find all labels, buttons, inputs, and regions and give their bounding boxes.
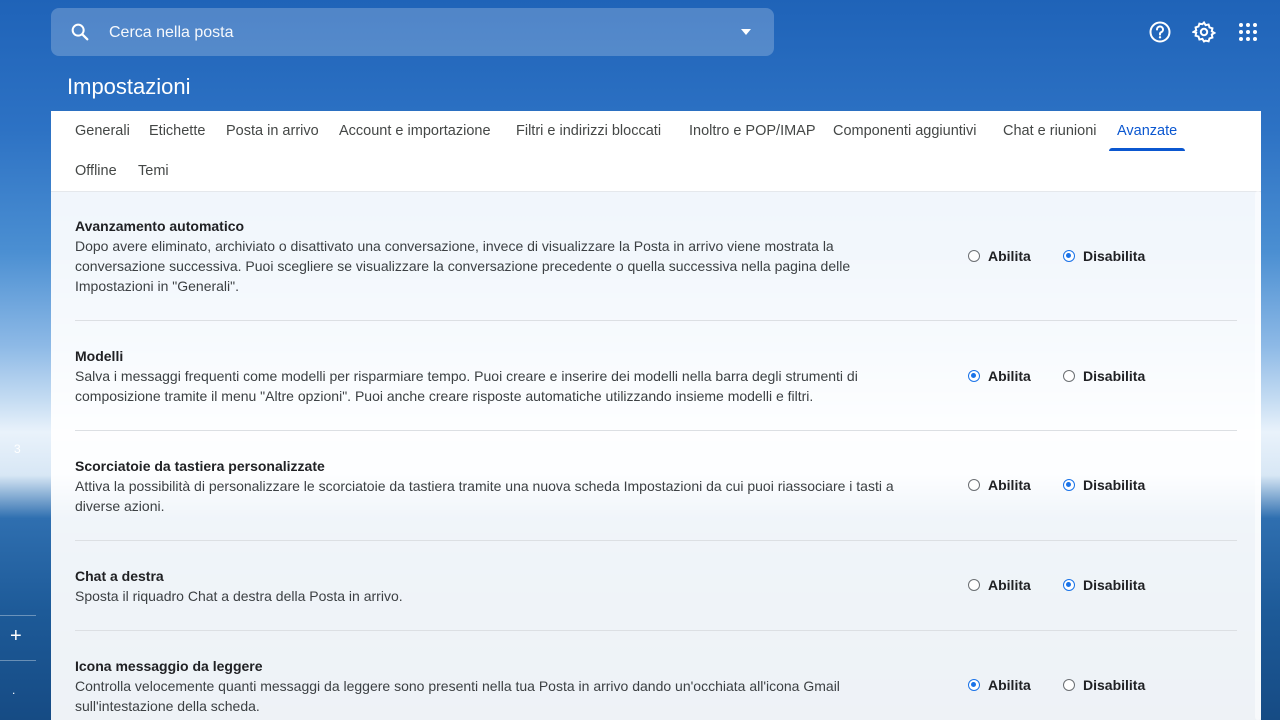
radio-disable[interactable]: Disabilita: [1063, 248, 1145, 264]
setting-title: Avanzamento automatico: [75, 218, 245, 234]
tab-generali[interactable]: Generali: [67, 111, 138, 151]
help-button[interactable]: [1146, 18, 1174, 46]
apps-grid-icon: [1239, 23, 1257, 41]
radio-button[interactable]: [968, 479, 980, 491]
radio-enable[interactable]: Abilita: [968, 577, 1031, 593]
setting-text: Icona messaggio da leggere Controlla vel…: [75, 656, 895, 716]
radio-button-selected[interactable]: [1063, 250, 1075, 262]
rail-divider: [0, 615, 36, 616]
setting-title: Scorciatoie da tastiera personalizzate: [75, 458, 325, 474]
apps-button[interactable]: [1234, 18, 1262, 46]
setting-text: Scorciatoie da tastiera personalizzate A…: [75, 456, 895, 516]
tab-temi[interactable]: Temi: [130, 151, 177, 191]
radio-disable[interactable]: Disabilita: [1063, 477, 1145, 493]
tab-chat-riunioni[interactable]: Chat e riunioni: [995, 111, 1105, 151]
radio-label: Abilita: [988, 577, 1031, 593]
settings-button[interactable]: [1190, 18, 1218, 46]
radio-label: Abilita: [988, 248, 1031, 264]
radio-label: Disabilita: [1083, 248, 1146, 264]
radio-label: Abilita: [988, 477, 1031, 493]
tab-account-importazione[interactable]: Account e importazione: [331, 111, 499, 151]
radio-enable[interactable]: Abilita: [968, 677, 1031, 693]
setting-row: Chat a destra Sposta il riquadro Chat a …: [75, 541, 1237, 631]
radio-disable[interactable]: Disabilita: [1063, 677, 1145, 693]
setting-row: Avanzamento automatico Dopo avere elimin…: [75, 191, 1237, 321]
setting-text: Modelli Salva i messaggi frequenti come …: [75, 346, 895, 406]
radio-enable[interactable]: Abilita: [968, 477, 1031, 493]
radio-button-selected[interactable]: [968, 679, 980, 691]
tab-inoltro-pop-imap[interactable]: Inoltro e POP/IMAP: [681, 111, 824, 151]
scrollbar-thumb[interactable]: [1255, 191, 1261, 720]
gear-icon: [1192, 20, 1216, 43]
tab-offline[interactable]: Offline: [67, 151, 125, 191]
setting-row: Icona messaggio da leggere Controlla vel…: [75, 631, 1237, 720]
rail-more: .: [12, 683, 16, 697]
radio-button-selected[interactable]: [1063, 479, 1075, 491]
setting-row: Scorciatoie da tastiera personalizzate A…: [75, 431, 1237, 541]
radio-label: Abilita: [988, 677, 1031, 693]
setting-description: Controlla velocemente quanti messaggi da…: [75, 678, 840, 714]
setting-text: Chat a destra Sposta il riquadro Chat a …: [75, 566, 895, 606]
radio-disable[interactable]: Disabilita: [1063, 577, 1145, 593]
setting-text: Avanzamento automatico Dopo avere elimin…: [75, 216, 895, 296]
page-title: Impostazioni: [67, 74, 191, 99]
settings-list: Avanzamento automatico Dopo avere elimin…: [75, 191, 1237, 720]
search-input[interactable]: [107, 8, 711, 58]
radio-button[interactable]: [968, 579, 980, 591]
tab-avanzate[interactable]: Avanzate: [1109, 111, 1186, 151]
setting-row: Modelli Salva i messaggi frequenti come …: [75, 321, 1237, 431]
top-actions: [1146, 18, 1262, 46]
radio-label: Abilita: [988, 368, 1031, 384]
radio-label: Disabilita: [1083, 368, 1146, 384]
settings-tabs: Generali Etichette Posta in arrivo Accou…: [51, 111, 1261, 192]
radio-enable[interactable]: Abilita: [968, 368, 1031, 384]
radio-disable[interactable]: Disabilita: [1063, 368, 1145, 384]
top-bar: [0, 0, 1280, 64]
setting-description: Sposta il riquadro Chat a destra della P…: [75, 588, 403, 604]
radio-button[interactable]: [1063, 370, 1075, 382]
setting-description: Attiva la possibilità di personalizzare …: [75, 478, 894, 514]
radio-button[interactable]: [1063, 679, 1075, 691]
radio-button[interactable]: [968, 250, 980, 262]
radio-enable[interactable]: Abilita: [968, 248, 1031, 264]
radio-label: Disabilita: [1083, 677, 1146, 693]
search-bar[interactable]: [51, 8, 774, 58]
help-icon: [1149, 21, 1171, 43]
tab-posta-in-arrivo[interactable]: Posta in arrivo: [218, 111, 327, 151]
chevron-down-icon[interactable]: [740, 28, 752, 36]
radio-label: Disabilita: [1083, 577, 1146, 593]
radio-label: Disabilita: [1083, 477, 1146, 493]
add-label-button[interactable]: +: [10, 625, 22, 648]
radio-button-selected[interactable]: [1063, 579, 1075, 591]
tab-filtri[interactable]: Filtri e indirizzi bloccati: [508, 111, 669, 151]
setting-description: Salva i messaggi frequenti come modelli …: [75, 368, 858, 404]
tab-componenti-aggiuntivi[interactable]: Componenti aggiuntivi: [825, 111, 984, 151]
tab-etichette[interactable]: Etichette: [141, 111, 213, 151]
settings-panel: Generali Etichette Posta in arrivo Accou…: [51, 111, 1261, 720]
setting-title: Icona messaggio da leggere: [75, 658, 263, 674]
setting-title: Chat a destra: [75, 568, 164, 584]
search-icon[interactable]: [69, 21, 91, 43]
scrollbar[interactable]: [1253, 191, 1261, 720]
rail-divider: [0, 660, 36, 661]
rail-badge-count: 3: [14, 442, 21, 456]
radio-button-selected[interactable]: [968, 370, 980, 382]
setting-description: Dopo avere eliminato, archiviato o disat…: [75, 238, 851, 294]
setting-title: Modelli: [75, 348, 124, 364]
